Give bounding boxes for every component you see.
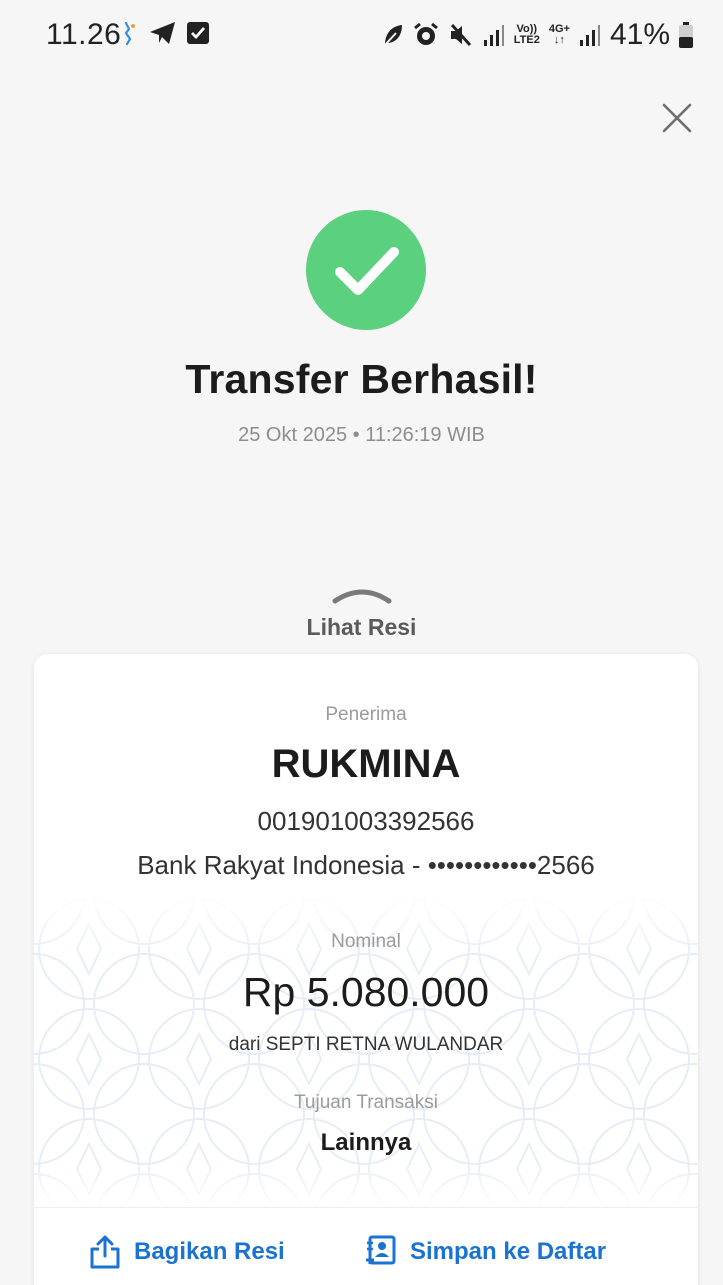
save-to-list-button[interactable]: Simpan ke Daftar xyxy=(364,1234,606,1270)
share-receipt-label: Bagikan Resi xyxy=(134,1238,285,1265)
amount-value: Rp 5.080.000 xyxy=(242,969,490,1015)
transfer-success-screen: 11.26 Vo)) LTE2 4G+ ↓↑ 41% Transfer Berh… xyxy=(0,0,723,1285)
close-icon xyxy=(662,103,692,133)
sender-info: dari SEPTI RETNA WULANDAR xyxy=(228,1034,504,1055)
account-number: 001901003392566 xyxy=(257,806,475,836)
divider xyxy=(34,1207,698,1208)
bank-info: Bank Rakyat Indonesia - ••••••••••••2566 xyxy=(137,850,595,880)
signal-1-icon xyxy=(483,25,504,46)
amount-label: Nominal xyxy=(331,931,401,952)
share-receipt-button[interactable]: Bagikan Resi xyxy=(88,1234,285,1270)
battery-icon xyxy=(679,22,693,48)
leaf-icon xyxy=(384,25,402,46)
lte-label: LTE2 xyxy=(513,34,540,46)
share-icon xyxy=(90,1235,120,1269)
page-title: Transfer Berhasil! xyxy=(185,356,538,402)
view-receipt-label: Lihat Resi xyxy=(306,614,417,640)
recipient-label: Penerima xyxy=(325,704,407,725)
app-notification-icon xyxy=(124,21,135,46)
purpose-label: Tujuan Transaksi xyxy=(294,1092,438,1113)
transaction-timestamp: 25 Okt 2025 • 11:26:19 WIB xyxy=(238,424,485,446)
alarm-icon xyxy=(413,22,438,45)
checkbox-notification-icon xyxy=(187,22,209,44)
close-button[interactable] xyxy=(657,98,697,138)
check-icon xyxy=(335,247,399,295)
status-time: 11.26 xyxy=(46,18,122,51)
contact-save-icon xyxy=(366,1235,396,1265)
save-to-list-label: Simpan ke Daftar xyxy=(410,1238,607,1265)
chevron-up-icon xyxy=(332,589,391,604)
status-bar: 11.26 Vo)) LTE2 4G+ ↓↑ 41% xyxy=(0,0,723,70)
purpose-value: Lainnya xyxy=(320,1129,412,1156)
success-badge xyxy=(306,210,426,330)
data-arrows-icon: ↓↑ xyxy=(553,34,565,46)
telegram-icon xyxy=(150,22,175,44)
receipt-card: Penerima RUKMINA 001901003392566 Bank Ra… xyxy=(34,654,698,1285)
signal-2-icon xyxy=(579,25,600,46)
mute-icon xyxy=(450,23,471,47)
battery-percent: 41% xyxy=(609,18,670,51)
recipient-name: RUKMINA xyxy=(271,742,461,786)
view-receipt-toggle[interactable]: Lihat Resi xyxy=(0,585,723,641)
